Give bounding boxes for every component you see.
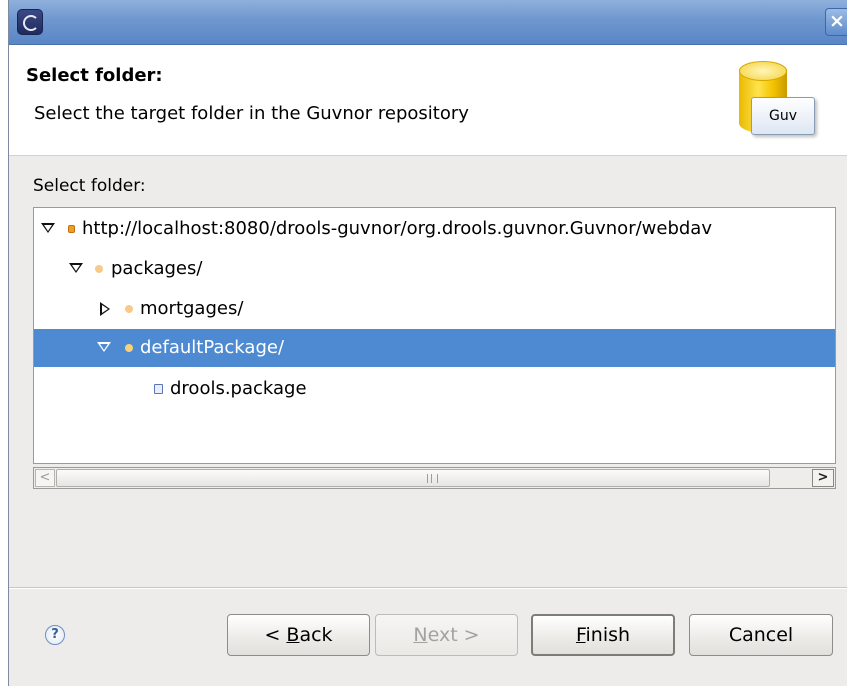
tree-item-mortgages[interactable]: mortgages/ <box>34 290 835 328</box>
finish-mnemonic: F <box>575 624 586 646</box>
header-description: Select the target folder in the Guvnor r… <box>34 103 469 124</box>
guvnor-repository-icon: Guv <box>735 55 819 139</box>
file-icon <box>154 384 163 394</box>
back-mnemonic: B <box>286 624 300 646</box>
tree-item-label: drools.package <box>170 378 307 399</box>
wizard-header: Select folder: Select the target folder … <box>9 45 847 156</box>
finish-label-rest: inish <box>585 624 631 646</box>
tree-item-label: mortgages/ <box>140 298 244 319</box>
folder-icon <box>125 305 133 313</box>
back-button[interactable]: < Back <box>227 614 370 656</box>
scroll-left-button[interactable]: < <box>35 469 55 487</box>
collapse-toggle-icon[interactable] <box>100 302 110 316</box>
eclipse-app-icon <box>17 9 43 35</box>
cancel-button[interactable]: Cancel <box>689 614 833 656</box>
tree-item-defaultpackage[interactable]: defaultPackage/ <box>34 329 835 367</box>
expand-toggle-icon[interactable] <box>41 223 55 233</box>
folder-icon <box>95 265 103 273</box>
expand-toggle-icon[interactable] <box>69 263 83 273</box>
tree-item-webdav-root[interactable]: http://localhost:8080/drools-guvnor/org.… <box>34 210 835 248</box>
folder-icon <box>125 344 133 352</box>
tree-item-label: http://localhost:8080/drools-guvnor/org.… <box>82 218 712 239</box>
grip-icon <box>427 474 438 483</box>
next-label-rest: ext > <box>427 624 480 646</box>
title-bar: × <box>9 0 847 45</box>
scroll-thumb[interactable] <box>56 469 770 487</box>
back-label-rest: ack <box>299 624 333 646</box>
next-mnemonic: N <box>413 624 428 646</box>
tree-item-label: defaultPackage/ <box>140 337 285 358</box>
select-folder-label: Select folder: <box>33 176 146 196</box>
folder-tree[interactable]: http://localhost:8080/drools-guvnor/org.… <box>33 207 836 464</box>
next-button[interactable]: Next > <box>375 614 518 656</box>
close-button[interactable]: × <box>825 8 847 36</box>
expand-toggle-icon[interactable] <box>97 342 111 352</box>
guv-badge: Guv <box>751 97 815 135</box>
back-prefix: < <box>264 624 287 646</box>
footer-separator <box>9 587 847 589</box>
header-title: Select folder: <box>26 65 163 86</box>
tree-item-label: packages/ <box>111 258 203 279</box>
dialog-window: × Select folder: Select the target folde… <box>8 0 847 686</box>
scroll-right-button[interactable]: > <box>812 469 834 487</box>
finish-button[interactable]: Finish <box>531 614 675 656</box>
horizontal-scrollbar[interactable]: < > <box>33 467 836 489</box>
tree-item-packages[interactable]: packages/ <box>34 250 835 288</box>
server-icon <box>68 225 75 233</box>
tree-item-drools-package[interactable]: drools.package <box>34 370 835 408</box>
help-icon[interactable]: ? <box>45 625 65 645</box>
